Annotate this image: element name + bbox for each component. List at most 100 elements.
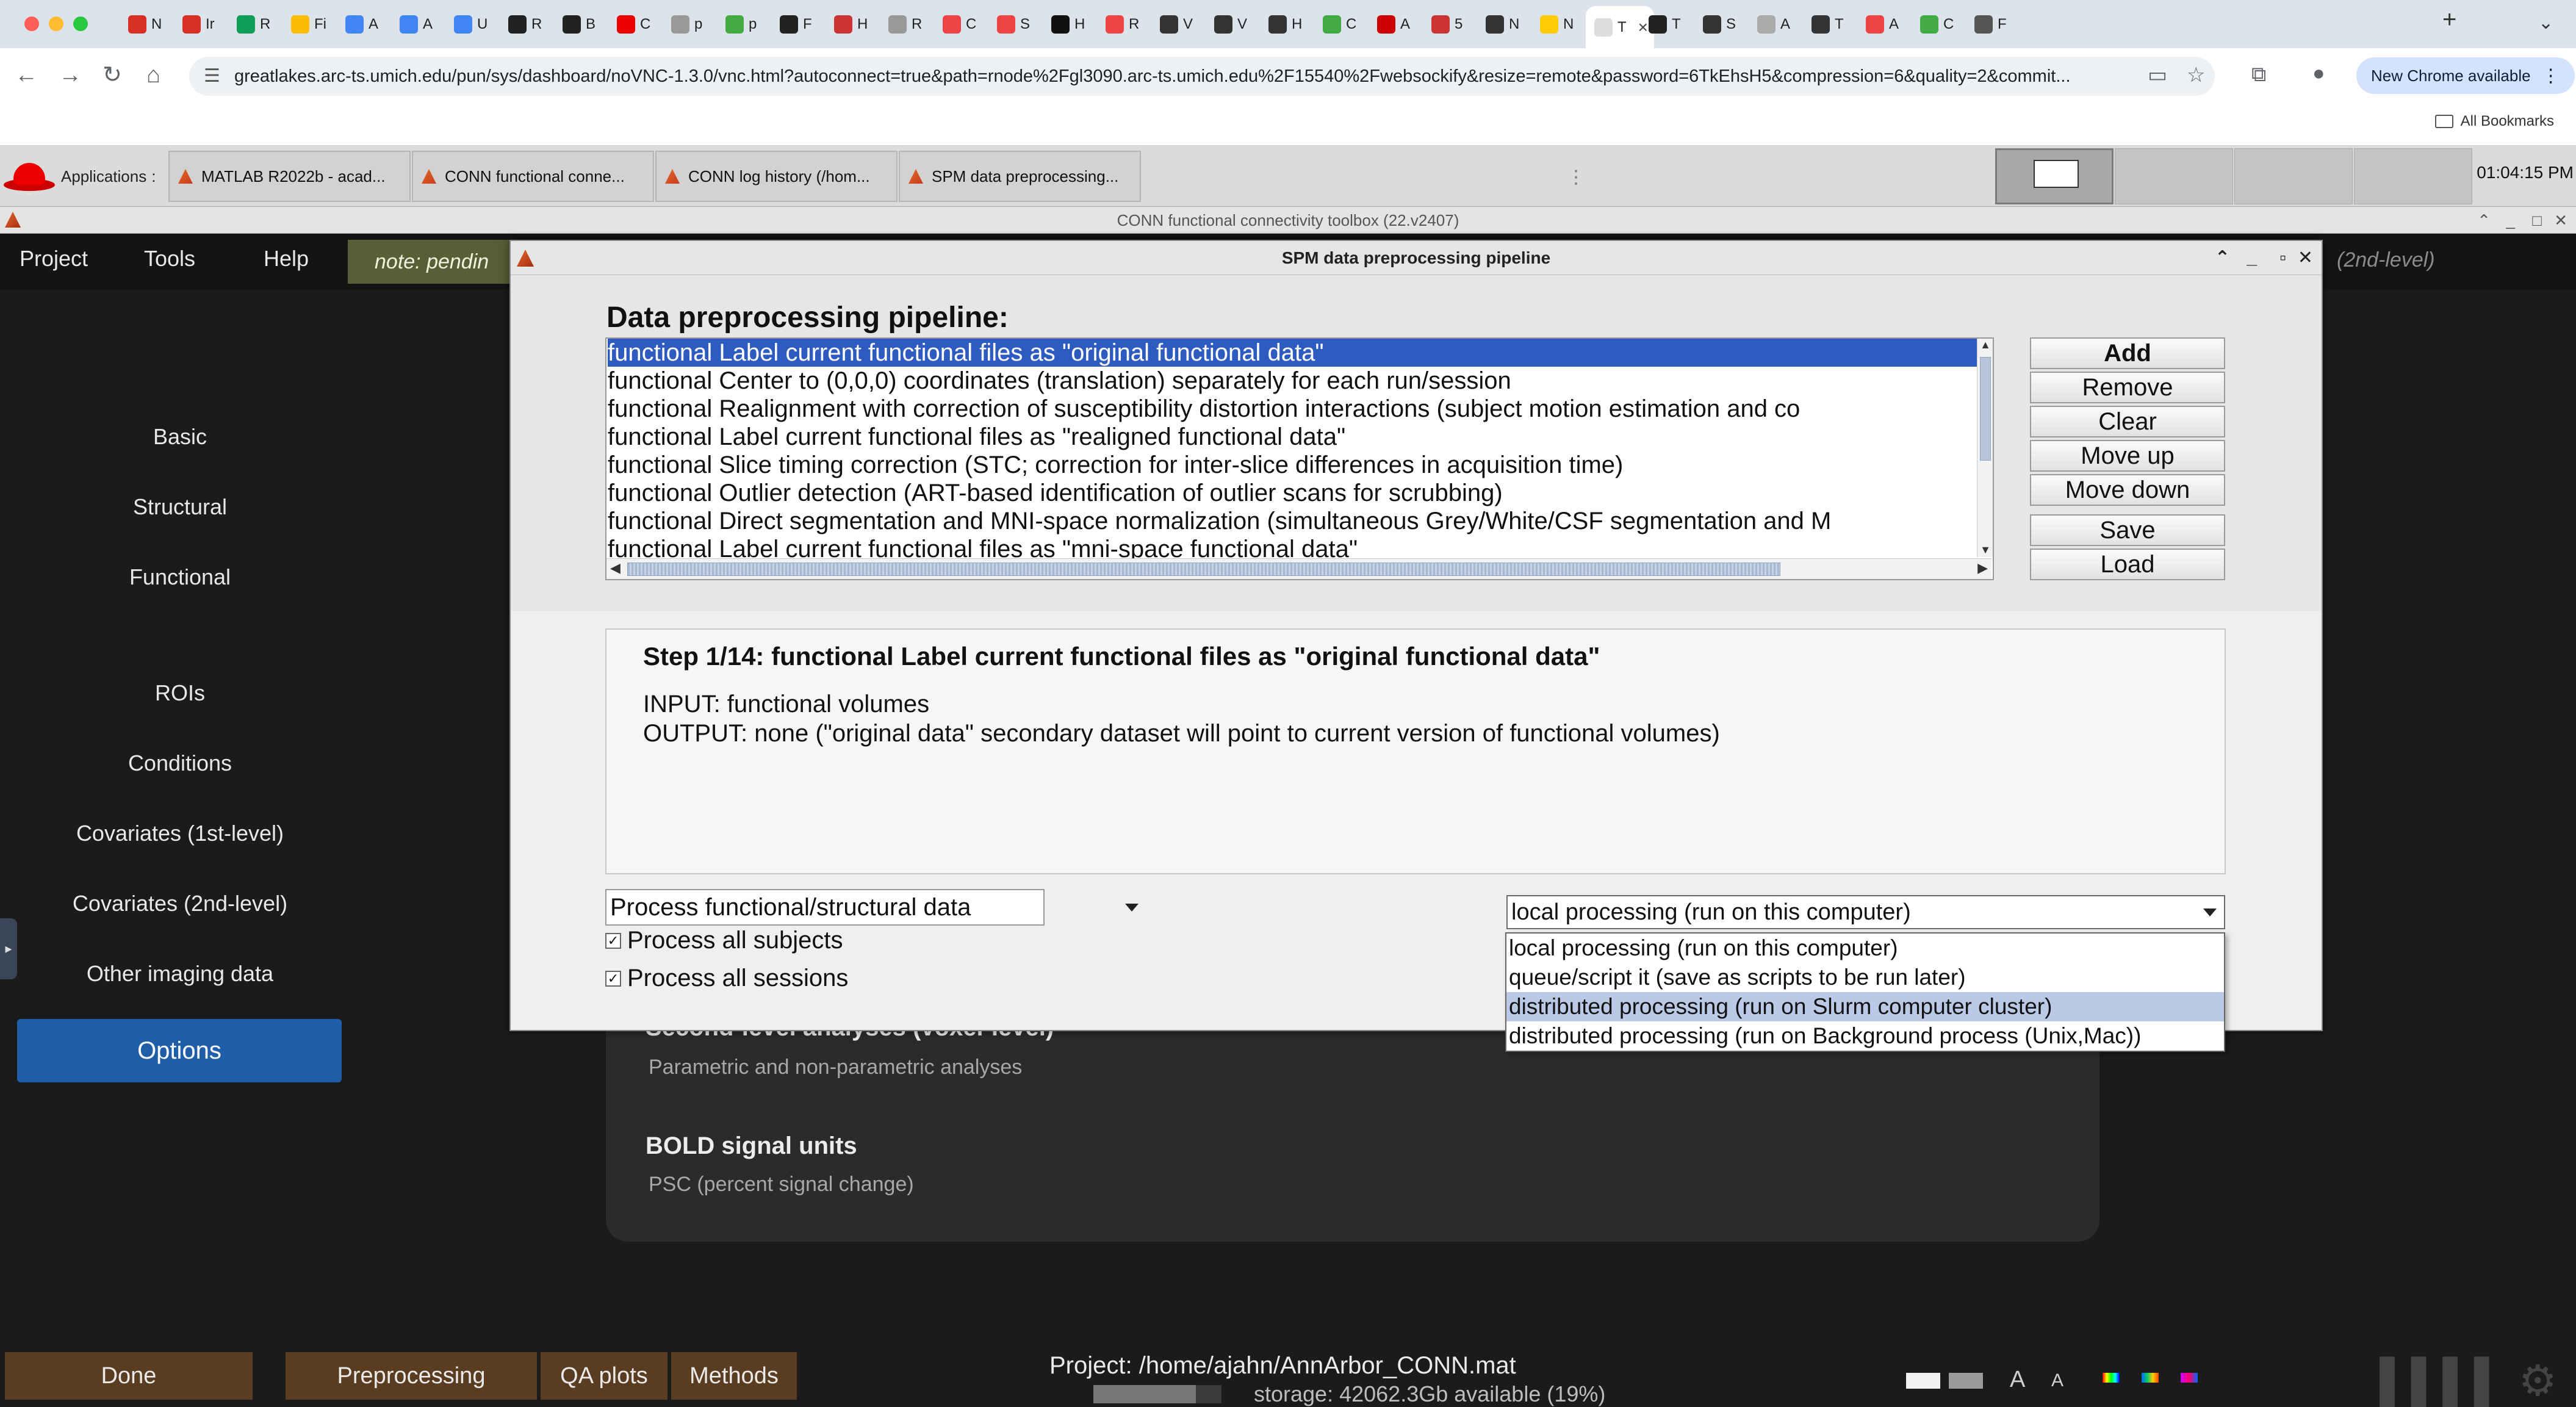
browser-tab[interactable]: N — [120, 9, 172, 40]
taskbar-matlab[interactable]: MATLAB R2022b - acad... — [168, 151, 411, 202]
process-data-select[interactable]: Process functional/structural data — [605, 889, 1139, 926]
pipeline-step[interactable]: functional Center to (0,0,0) coordinates… — [608, 367, 1981, 395]
browser-tab[interactable]: N — [1531, 9, 1584, 40]
pipeline-step[interactable]: functional Direct segmentation and MNI-s… — [608, 507, 1981, 535]
browser-tab[interactable]: 5 — [1423, 9, 1475, 40]
close-icon[interactable]: ✕ — [2298, 241, 2313, 275]
new-chrome-available-button[interactable]: New Chrome available ⋮ — [2356, 57, 2575, 94]
sidebar-item-basic[interactable]: Basic — [18, 424, 342, 450]
taskbar-conn[interactable]: CONN functional conne... — [412, 151, 654, 202]
browser-tab[interactable]: S — [1694, 9, 1747, 40]
scrollbar-thumb[interactable] — [1980, 357, 1991, 461]
methods-button[interactable]: Methods — [671, 1352, 797, 1400]
browser-tab[interactable]: p — [717, 9, 769, 40]
colormap-1-icon[interactable] — [2103, 1373, 2120, 1383]
browser-tab[interactable]: R — [1097, 9, 1149, 40]
done-button[interactable]: Done — [5, 1352, 253, 1400]
checkbox-checked-icon[interactable]: ✓ — [605, 932, 621, 949]
browser-tab[interactable]: R — [880, 9, 932, 40]
pipeline-steps-list[interactable]: functional Label current functional file… — [605, 337, 1994, 580]
font-larger-icon[interactable]: A — [2010, 1367, 2025, 1393]
maximize-icon[interactable]: ▫ — [2279, 241, 2286, 275]
browser-tab[interactable]: F — [1966, 9, 2018, 40]
workspace-4[interactable] — [2354, 148, 2472, 204]
browser-tab[interactable]: S — [988, 9, 1041, 40]
qa-plots-button[interactable]: QA plots — [541, 1352, 667, 1400]
browser-tab[interactable]: R — [500, 9, 552, 40]
browser-tab[interactable]: A — [337, 9, 389, 40]
minimize-icon[interactable]: _ — [2247, 241, 2257, 275]
browser-tab[interactable]: T — [1803, 9, 1855, 40]
browser-tab[interactable]: Fi — [282, 9, 335, 40]
minimize-icon[interactable]: _ — [2506, 207, 2515, 234]
move-up-button[interactable]: Move up — [2030, 440, 2225, 472]
all-sessions-checkbox[interactable]: ✓ Process all sessions — [605, 965, 848, 992]
maximize-window-icon[interactable] — [73, 16, 88, 31]
all-bookmarks-button[interactable]: All Bookmarks — [2434, 113, 2554, 130]
browser-tab[interactable]: A — [1369, 9, 1421, 40]
browser-tab[interactable]: A — [1749, 9, 1801, 40]
horizontal-scrollbar[interactable]: ◀ ▶ — [606, 558, 1991, 579]
home-icon[interactable]: ⌂ — [146, 63, 160, 87]
browser-tab[interactable]: C — [608, 9, 661, 40]
move-down-button[interactable]: Move down — [2030, 474, 2225, 506]
theme-gray-swatch[interactable] — [1949, 1373, 1983, 1389]
address-bar[interactable]: ☰ greatlakes.arc-ts.umich.edu/pun/sys/da… — [189, 57, 2215, 96]
tab-2nd-level-label[interactable]: (2nd-level) — [2337, 248, 2435, 272]
pipeline-step[interactable]: functional Slice timing correction (STC;… — [608, 451, 1981, 479]
dropdown-option[interactable]: local processing (run on this computer) — [1506, 934, 2224, 963]
sidebar-item-structural[interactable]: Structural — [18, 494, 342, 520]
remove-button[interactable]: Remove — [2030, 372, 2225, 403]
all-subjects-checkbox[interactable]: ✓ Process all subjects — [605, 927, 843, 954]
save-button[interactable]: Save — [2030, 514, 2225, 546]
scroll-right-icon[interactable]: ▶ — [1977, 560, 1988, 576]
browser-tab[interactable]: V — [1206, 9, 1258, 40]
load-button[interactable]: Load — [2030, 549, 2225, 580]
dropdown-option[interactable]: queue/script it (save as scripts to be r… — [1506, 963, 2224, 992]
browser-tab[interactable]: Ir — [174, 9, 226, 40]
bookmark-star-icon[interactable]: ☆ — [2187, 63, 2205, 87]
browser-tab[interactable]: A — [1857, 9, 1910, 40]
dropdown-option[interactable]: distributed processing (run on Slurm com… — [1506, 992, 2224, 1021]
workspace-1[interactable] — [1995, 148, 2114, 204]
profile-avatar[interactable]: ● — [2312, 62, 2325, 85]
close-window-icon[interactable] — [24, 16, 39, 31]
reload-icon[interactable]: ↻ — [103, 63, 122, 87]
extensions-icon[interactable]: ⧉ — [2251, 63, 2266, 87]
sidebar-item-other-imaging[interactable]: Other imaging data — [18, 961, 342, 987]
clear-button[interactable]: Clear — [2030, 406, 2225, 437]
colormap-3-icon[interactable] — [2181, 1373, 2198, 1383]
taskbar-conn-log[interactable]: CONN log history (/hom... — [655, 151, 898, 202]
browser-tab[interactable]: H — [1260, 9, 1312, 40]
theme-white-swatch[interactable] — [1906, 1373, 1940, 1389]
browser-tab[interactable]: B — [554, 9, 606, 40]
maximize-icon[interactable]: □ — [2532, 207, 2542, 234]
font-smaller-icon[interactable]: A — [2051, 1370, 2063, 1391]
add-button[interactable]: Add — [2030, 337, 2225, 369]
scroll-down-icon[interactable]: ▼ — [1977, 544, 1993, 557]
sidebar-item-covariates-2nd[interactable]: Covariates (2nd-level) — [18, 891, 342, 916]
tab-search-icon[interactable]: ⌄ — [2538, 12, 2553, 34]
scrollbar-thumb[interactable] — [627, 563, 1780, 576]
pipeline-step[interactable]: functional Label current functional file… — [608, 423, 1981, 451]
applications-menu[interactable]: Applications: — [0, 146, 156, 207]
section-value[interactable]: PSC (percent signal change) — [649, 1173, 914, 1196]
browser-tab[interactable]: A — [391, 9, 444, 40]
colormap-2-icon[interactable] — [2142, 1373, 2159, 1383]
section-value[interactable]: Parametric and non-parametric analyses — [649, 1056, 1022, 1079]
browser-tab[interactable]: C — [1912, 9, 1964, 40]
shade-icon[interactable]: ⌃ — [2215, 241, 2230, 275]
shade-icon[interactable]: ⌃ — [2477, 207, 2491, 234]
workspace-3[interactable] — [2234, 148, 2353, 204]
browser-tab[interactable]: H — [826, 9, 878, 40]
checkbox-checked-icon[interactable]: ✓ — [605, 970, 621, 987]
pipeline-step[interactable]: functional Realignment with correction o… — [608, 395, 1981, 423]
menu-help[interactable]: Help — [264, 246, 309, 272]
processing-mode-select[interactable]: local processing (run on this computer) — [1506, 895, 2225, 929]
pipeline-step[interactable]: functional Label current functional file… — [608, 339, 1981, 367]
browser-tab[interactable]: T — [1640, 9, 1693, 40]
workspace-2[interactable] — [2115, 148, 2233, 204]
browser-tab[interactable]: H — [1043, 9, 1095, 40]
dropdown-option[interactable]: distributed processing (run on Backgroun… — [1506, 1021, 2224, 1051]
back-icon[interactable]: ← — [15, 63, 38, 87]
